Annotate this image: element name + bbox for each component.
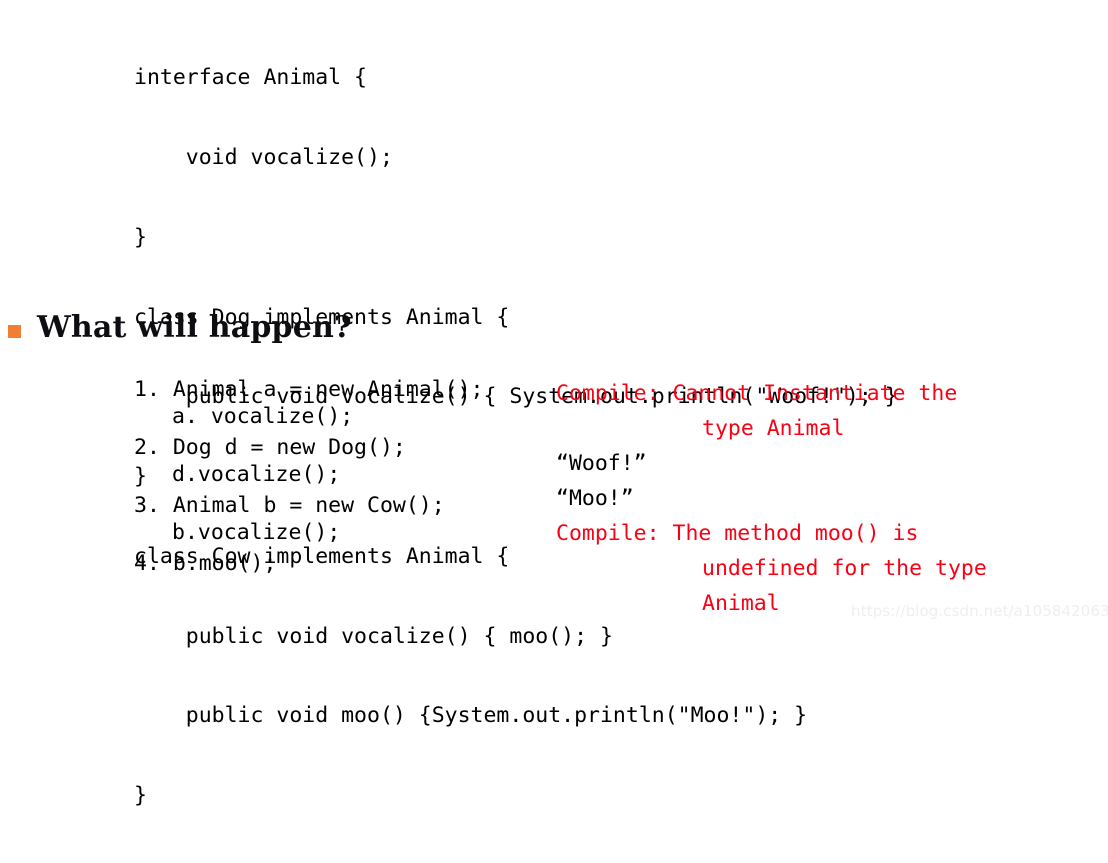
list-item-line-1: 1. Animal a = new Animal();	[134, 377, 484, 402]
code-line: void vocalize();	[134, 144, 393, 170]
result-line: Compile: The method moo() is	[556, 521, 919, 546]
result-compile-error-1: Compile: Cannot Instantiate the type Ani…	[556, 376, 1101, 446]
watermark: https://blog.csdn.net/a1058420631	[851, 602, 1108, 620]
results-column: Compile: Cannot Instantiate the type Ani…	[556, 376, 1101, 621]
square-bullet-icon	[8, 324, 21, 338]
list-item-line-1: 3. Animal b = new Cow();	[134, 493, 445, 518]
slide-canvas: interface Animal { void vocalize(); } cl…	[0, 0, 1108, 808]
question-list: 1. Animal a = new Animal(); a. vocalize(…	[134, 376, 484, 581]
list-item: 3. Animal b = new Cow(); b.vocalize();	[134, 492, 484, 546]
result-line: “Woof!”	[556, 451, 647, 476]
list-item-line-2: b.vocalize();	[172, 520, 341, 545]
list-item-line-2: a. vocalize();	[172, 404, 354, 429]
code-line: public void vocalize() { moo(); }	[134, 623, 613, 649]
code-line: public void moo() {System.out.println("M…	[134, 703, 808, 729]
list-item-line-2: d.vocalize();	[172, 462, 341, 487]
heading-label: What will happen?	[37, 310, 352, 345]
question-heading: What will happen?	[8, 310, 352, 346]
result-line: undefined for the type	[702, 556, 987, 581]
code-line: interface Animal {	[134, 65, 367, 91]
list-item-line-1: 4. b.moo();	[134, 551, 277, 576]
list-item-line-1: 2. Dog d = new Dog();	[134, 435, 406, 460]
result-output-woof: “Woof!”	[556, 446, 1101, 481]
code-line: }	[134, 783, 147, 809]
list-item: 2. Dog d = new Dog(); d.vocalize();	[134, 434, 484, 488]
list-item: 4. b.moo();	[134, 550, 484, 577]
result-output-moo: “Moo!”	[556, 481, 1101, 516]
code-line: }	[134, 224, 147, 250]
list-item: 1. Animal a = new Animal(); a. vocalize(…	[134, 376, 484, 430]
result-line: Compile: Cannot Instantiate the	[556, 381, 958, 406]
result-line: “Moo!”	[556, 486, 634, 511]
result-line: type Animal	[702, 416, 845, 441]
